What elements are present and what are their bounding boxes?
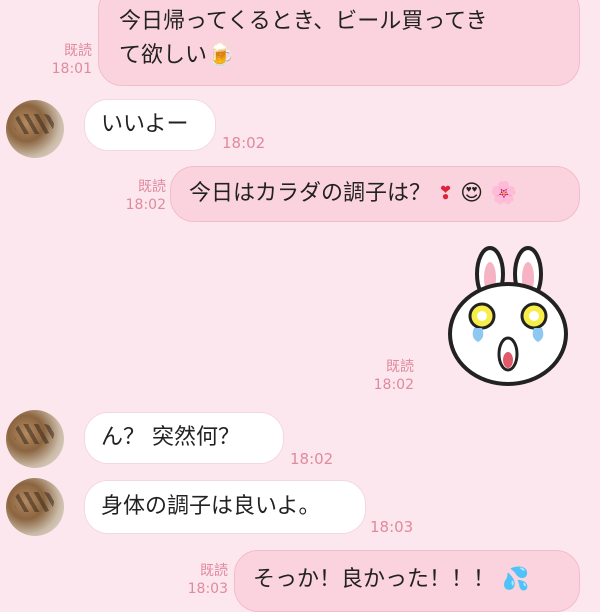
read-receipt: 既読: [386, 359, 414, 375]
message-bubble-outgoing[interactable]: そっか！良かった！！！ 💦: [234, 550, 580, 612]
message-timestamp: 18:02: [290, 450, 334, 468]
contact-avatar[interactable]: [6, 478, 64, 536]
message-text: ん？ 突然何？: [101, 425, 240, 450]
message-text-line: 今日帰ってくるとき、ビール買ってき: [119, 9, 488, 34]
message-timestamp: 18:03: [370, 518, 414, 536]
message-meta: 既読 18:01: [44, 42, 92, 78]
message-timestamp: 18:02: [125, 197, 166, 213]
sweat-droplets-icon: 💦: [502, 567, 530, 592]
message-text: 身体の調子は良いよ。: [101, 494, 321, 519]
message-timestamp: 18:01: [51, 61, 92, 77]
message-text-line: て欲しい: [119, 43, 208, 68]
message-meta: 既読 18:02: [366, 358, 414, 394]
contact-avatar[interactable]: [6, 100, 64, 158]
message-bubble-incoming[interactable]: ん？ 突然何？: [84, 412, 284, 464]
read-receipt: 既読: [138, 179, 166, 195]
message-meta: 既読 18:02: [118, 178, 166, 214]
message-timestamp: 18:02: [373, 377, 414, 393]
message-meta: 既読 18:03: [180, 562, 228, 598]
read-receipt: 既読: [200, 563, 228, 579]
read-receipt: 既読: [64, 43, 92, 59]
bunny-sticker-icon: [448, 246, 568, 386]
beer-mug-icon: 🍺: [207, 43, 235, 68]
heart-eyes-face-icon: 😍: [460, 181, 484, 206]
cony-bunny-sticker[interactable]: [444, 246, 572, 390]
message-text: 今日はカラダの調子は？: [189, 181, 432, 206]
message-bubble-incoming[interactable]: いいよー: [84, 99, 216, 151]
message-bubble-incoming[interactable]: 身体の調子は良いよ。: [84, 480, 366, 534]
message-text: そっか！良かった！！！: [253, 567, 496, 592]
heart-exclamation-icon: ❣: [438, 183, 454, 204]
message-text: いいよー: [101, 112, 189, 137]
message-timestamp: 18:03: [187, 581, 228, 597]
contact-avatar[interactable]: [6, 410, 64, 468]
message-bubble-outgoing[interactable]: 今日はカラダの調子は？ ❣ 😍 🌸: [170, 166, 580, 222]
message-timestamp: 18:02: [222, 134, 266, 152]
message-bubble-outgoing[interactable]: 今日帰ってくるとき、ビール買ってき て欲しい🍺: [98, 0, 580, 86]
cherry-blossom-icon: 🌸: [490, 181, 518, 206]
